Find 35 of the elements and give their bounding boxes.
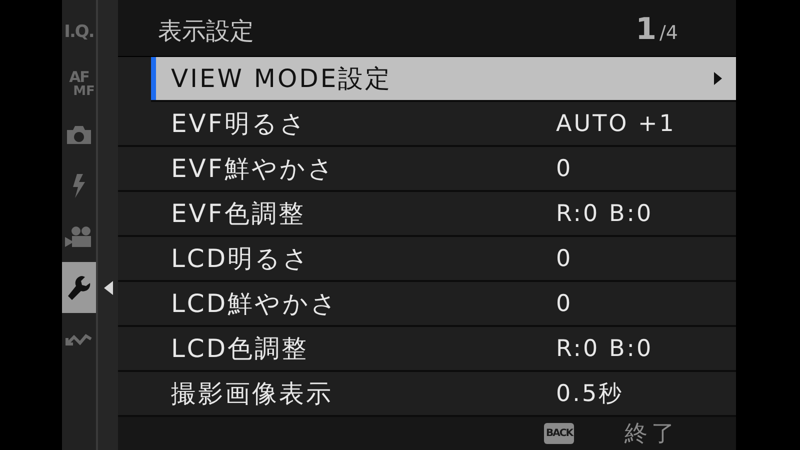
camera-icon [66, 124, 92, 144]
menu-title: 表示設定 [158, 16, 255, 47]
menu-row[interactable]: LCD明るさ 0 [118, 237, 736, 282]
setting-label: 撮影画像表示 [171, 378, 334, 410]
setting-label: LCD色調整 [171, 333, 310, 365]
setting-value: AUTO +1 [556, 110, 676, 136]
lightning-icon [71, 174, 87, 198]
wrench-icon [67, 274, 91, 300]
menu-row[interactable]: EVF明るさ AUTO +1 [118, 102, 736, 147]
setting-value: 0.5秒 [556, 380, 624, 409]
menu-row[interactable]: VIEW MODE設定 [151, 57, 736, 102]
setting-label: EVF鮮やかさ [171, 153, 336, 185]
exit-label: 終了 [624, 420, 678, 449]
menu-row[interactable]: EVF色調整 R:0 B:0 [118, 192, 736, 237]
setting-label: LCD鮮やかさ [171, 288, 340, 320]
setting-value: R:0 B:0 [556, 336, 654, 362]
page-total: /4 [660, 22, 678, 44]
pointer-icon [104, 280, 112, 294]
wave-icon [65, 332, 93, 346]
setting-label: EVF明るさ [171, 108, 308, 140]
setting-value: R:0 B:0 [556, 200, 654, 226]
page-number: 1 [636, 12, 656, 47]
setting-value: 0 [556, 156, 573, 182]
menu-row[interactable]: EVF鮮やかさ 0 [118, 147, 736, 192]
movie-camera-icon [65, 226, 93, 248]
back-key-badge: BACK [544, 423, 574, 444]
setting-label: VIEW MODE設定 [171, 63, 394, 95]
setting-label: EVF色調整 [171, 198, 306, 230]
menu-tab-wrench[interactable] [62, 262, 96, 313]
setting-value: 0 [556, 246, 573, 272]
setting-label: LCD明るさ [171, 243, 312, 275]
menu-row[interactable]: LCD鮮やかさ 0 [118, 282, 736, 327]
menu-row[interactable]: LCD色調整 R:0 B:0 [118, 327, 736, 372]
submenu-arrow-icon [714, 72, 722, 85]
setting-value: 0 [556, 290, 573, 316]
